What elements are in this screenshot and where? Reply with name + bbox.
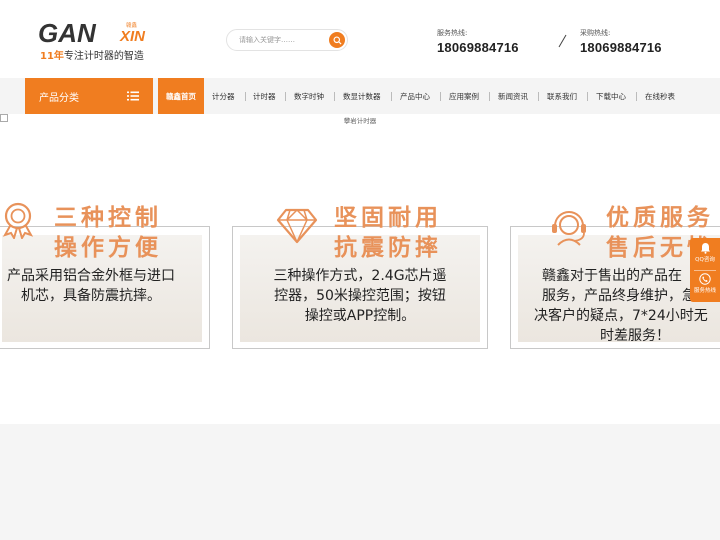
float-divider bbox=[694, 270, 716, 271]
slogan-years: 11年 bbox=[40, 51, 64, 62]
list-menu-icon bbox=[127, 91, 139, 101]
feature-2-desc-line: 控器，50米操控范围；按钮 bbox=[274, 288, 446, 304]
nav-separator bbox=[538, 92, 539, 101]
nav-separator bbox=[489, 92, 490, 101]
feature-2-title-line2: 抗震防摔 bbox=[334, 235, 442, 261]
divider-slash bbox=[558, 34, 567, 48]
feature-3-title-line1: 优质服务 bbox=[606, 205, 714, 231]
feature-2-description: 三种操作方式，2.4G芯片遥 控器，50米操控范围；按钮 操控或APP控制。 bbox=[248, 266, 472, 326]
nav-item-cases[interactable]: 应用案例 bbox=[449, 78, 479, 114]
feature-3-desc-line: 时差服务！ bbox=[600, 328, 670, 344]
slogan-text: 专注计时器的智造 bbox=[63, 51, 144, 62]
nav-separator bbox=[440, 92, 441, 101]
logo-mark: GAN XIN 赣鑫 bbox=[38, 20, 146, 46]
nav-item-digital-counter[interactable]: 数显计数器 bbox=[343, 78, 381, 114]
feature-1-title-line2: 操作方便 bbox=[54, 235, 162, 261]
phone-icon bbox=[699, 273, 711, 285]
header: GAN XIN 赣鑫 11年专注计时器的智造 服务热线: 18069884716… bbox=[0, 0, 720, 78]
nav-item-download[interactable]: 下载中心 bbox=[596, 78, 626, 114]
service-hotline: 服务热线: 18069884716 bbox=[437, 28, 519, 55]
nav-separator bbox=[391, 92, 392, 101]
medal-icon bbox=[2, 202, 34, 239]
nav-separator bbox=[285, 92, 286, 101]
feature-1-desc-line: 机芯，具备防震抗摔。 bbox=[21, 288, 161, 304]
nav-home-label: 赣鑫首页 bbox=[166, 91, 196, 101]
nav-item-news[interactable]: 新闻资讯 bbox=[498, 78, 528, 114]
logo[interactable]: GAN XIN 赣鑫 11年专注计时器的智造 bbox=[38, 20, 168, 64]
nav-separator bbox=[636, 92, 637, 101]
phone-hotline-button[interactable]: 服务热线 bbox=[690, 273, 720, 305]
nav-item-timer[interactable]: 计时器 bbox=[253, 78, 276, 114]
purchase-hotline-label: 采购热线: bbox=[580, 29, 611, 37]
phone-hotline-label: 服务热线 bbox=[693, 288, 716, 294]
search-box bbox=[226, 29, 348, 51]
nav-item-scoreboard[interactable]: 计分器 bbox=[212, 78, 235, 114]
purchase-hotline: 采购热线: 18069884716 bbox=[580, 28, 662, 55]
customer-service-icon bbox=[552, 211, 586, 246]
service-hotline-number[interactable]: 18069884716 bbox=[437, 40, 519, 55]
service-hotline-label: 服务热线: bbox=[437, 29, 468, 37]
logo-brand-cn: 赣鑫 bbox=[126, 21, 138, 29]
page: GAN XIN 赣鑫 11年专注计时器的智造 服务热线: 18069884716… bbox=[0, 0, 720, 540]
bottom-section bbox=[0, 424, 720, 540]
feature-1-desc-line: 产品采用铝合金外框与进口 bbox=[7, 268, 175, 284]
feature-1-description: 产品采用铝合金外框与进口 机芯，具备防震抗摔。 bbox=[0, 266, 196, 306]
feature-3-desc-line: 决客户的疑点，7*24小时无 bbox=[534, 308, 708, 324]
product-category-button[interactable]: 产品分类 bbox=[25, 78, 153, 114]
search-icon bbox=[332, 35, 342, 45]
feature-1-title-line1: 三种控制 bbox=[54, 205, 162, 231]
nav-item-contact[interactable]: 联系我们 bbox=[547, 78, 577, 114]
diamond-icon bbox=[276, 208, 318, 244]
nav-separator bbox=[587, 92, 588, 101]
search-button[interactable] bbox=[329, 32, 345, 48]
purchase-hotline-number[interactable]: 18069884716 bbox=[580, 40, 662, 55]
logo-brand-tail: XIN bbox=[119, 28, 146, 45]
banner-alt-text: 攀岩计时器 bbox=[343, 117, 377, 125]
nav-item-online-stopwatch[interactable]: 在线秒表 bbox=[645, 78, 675, 114]
product-category-label: 产品分类 bbox=[39, 92, 79, 104]
nav-item-home[interactable]: 赣鑫首页 bbox=[158, 78, 204, 114]
nav-separator bbox=[334, 92, 335, 101]
feature-2-title-line1: 坚固耐用 bbox=[334, 205, 442, 231]
nav-item-digital-clock[interactable]: 数字时钟 bbox=[294, 78, 324, 114]
logo-slogan: 11年专注计时器的智造 bbox=[40, 47, 144, 62]
logo-brand-main: GAN bbox=[38, 20, 97, 46]
qq-consult-label: QQ咨询 bbox=[695, 257, 715, 263]
floating-service-bar: QQ咨询 服务热线 bbox=[690, 238, 720, 302]
nav-item-products[interactable]: 产品中心 bbox=[400, 78, 430, 114]
main-nav: 产品分类 赣鑫首页 计分器 计时器 数字时钟 数显计数器 产品中心 应用案例 新… bbox=[0, 78, 720, 114]
search-input[interactable] bbox=[239, 33, 319, 47]
feature-2-desc-line: 三种操作方式，2.4G芯片遥 bbox=[273, 268, 447, 284]
feature-2-desc-line: 操控或APP控制。 bbox=[304, 308, 416, 324]
bell-icon bbox=[700, 243, 710, 254]
nav-separator bbox=[245, 92, 246, 101]
